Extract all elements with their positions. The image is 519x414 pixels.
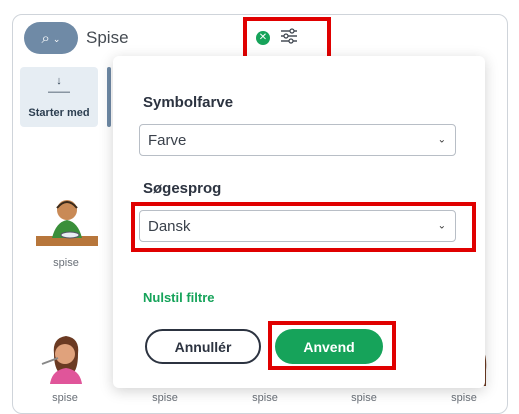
symbol-image[interactable] xyxy=(36,196,98,252)
symbol-color-value: Farve xyxy=(148,131,187,149)
symbol-label: spise xyxy=(351,392,377,404)
tab-indicator xyxy=(107,67,111,127)
symbol-color-select[interactable]: Farve ⌄ xyxy=(139,124,456,156)
cancel-button[interactable]: Annullér xyxy=(145,329,261,364)
symbol-label: spise xyxy=(451,392,477,404)
symbol-image[interactable] xyxy=(38,334,94,384)
app-frame: ⌕ ⌄ Spise ✕ ↓ —— Starter med spise spise … xyxy=(0,0,519,414)
symbol-color-label: Symbolfarve xyxy=(143,94,234,111)
search-language-label: Søgesprog xyxy=(143,180,222,197)
symbol-label: spise xyxy=(53,257,79,269)
tab-starts-with[interactable]: ↓ —— Starter med xyxy=(20,67,98,127)
symbol-label: spise xyxy=(252,392,278,404)
starts-with-icon: ↓ —— xyxy=(48,75,70,98)
highlight-box-apply xyxy=(268,321,396,370)
chevron-down-icon: ⌄ xyxy=(52,33,61,44)
reset-filters-link[interactable]: Nulstil filtre xyxy=(143,290,215,305)
tab-label: Starter med xyxy=(28,107,90,119)
search-input[interactable]: Spise xyxy=(86,28,129,48)
highlight-box-language xyxy=(131,202,476,252)
symbol-label: spise xyxy=(152,392,178,404)
search-icon: ⌕ xyxy=(41,29,50,47)
symbol-label: spise xyxy=(52,392,78,404)
search-type-dropdown[interactable]: ⌕ ⌄ xyxy=(24,22,78,54)
chevron-down-icon: ⌄ xyxy=(437,134,446,146)
